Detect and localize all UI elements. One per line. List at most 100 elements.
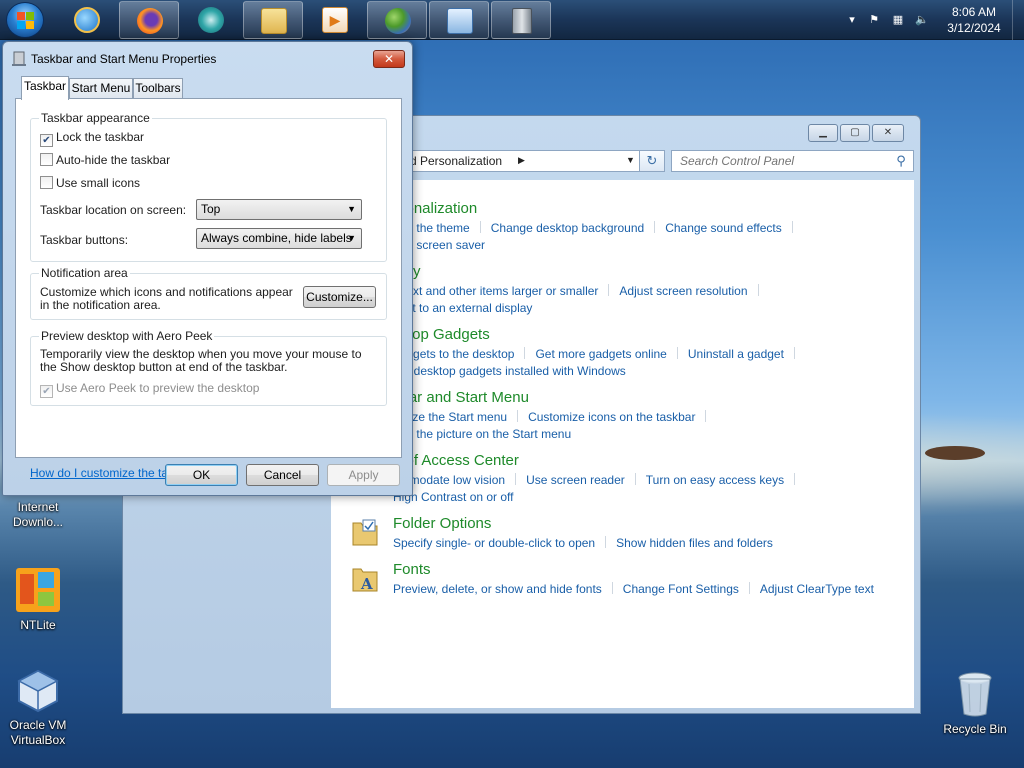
action-center-flag-icon[interactable]: ⚑ xyxy=(866,12,882,28)
aero-peek-text: Temporarily view the desktop when you mo… xyxy=(40,347,362,374)
link[interactable]: Adjust screen resolution xyxy=(619,284,747,298)
dialog-close-button[interactable]: ✕ xyxy=(373,50,405,68)
taskbar-control-panel[interactable] xyxy=(429,1,489,39)
media-player-icon: ▶ xyxy=(322,7,348,33)
customize-button[interactable]: Customize... xyxy=(303,286,376,308)
link[interactable]: nge the picture on the Start menu xyxy=(393,427,571,441)
firefox-icon xyxy=(137,8,163,34)
checkbox-label: Use Aero Peek to preview the desktop xyxy=(56,381,260,395)
refresh-button[interactable]: ↻ xyxy=(639,150,665,172)
taskbar-properties-dialog: Taskbar and Start Menu Properties ✕ Task… xyxy=(2,41,413,496)
fonts-icon: A xyxy=(352,568,378,593)
buttons-label: Taskbar buttons: xyxy=(40,233,129,247)
lock-taskbar-checkbox[interactable]: ✔ Lock the taskbar xyxy=(40,130,144,147)
close-icon: ✕ xyxy=(383,52,395,66)
notification-text: Customize which icons and notifications … xyxy=(40,285,293,312)
select-value: Top xyxy=(201,202,221,216)
ok-button[interactable]: OK xyxy=(165,464,238,486)
category-title[interactable]: Folder Options xyxy=(393,515,491,532)
autohide-taskbar-checkbox[interactable]: Auto-hide the taskbar xyxy=(40,153,170,169)
taskbar-users[interactable] xyxy=(367,1,427,39)
system-clock[interactable]: 8:06 AM 3/12/2024 xyxy=(944,4,1004,36)
search-box[interactable]: ⚲ xyxy=(671,150,914,172)
desktop-icon-virtualbox[interactable]: Oracle VM VirtualBox xyxy=(0,668,76,748)
small-icons-checkbox[interactable]: Use small icons xyxy=(40,176,140,192)
tab-taskbar[interactable]: Taskbar xyxy=(21,76,69,100)
taskbar-firefox[interactable] xyxy=(119,1,179,39)
dialog-app-icon xyxy=(12,51,26,66)
category-links: ommodate low vision Use screen reader Turn… xyxy=(393,472,805,489)
taskbar-location-select[interactable]: Top ▼ xyxy=(196,199,362,220)
link[interactable]: Preview, delete, or show and hide fonts xyxy=(393,582,602,596)
address-dropdown-icon[interactable]: ▼ xyxy=(626,155,635,165)
category-links-row2: ore desktop gadgets installed with Windo… xyxy=(393,363,626,380)
clock-time: 8:06 AM xyxy=(951,5,997,19)
checkbox-label: Use small icons xyxy=(56,176,141,190)
link[interactable]: Change desktop background xyxy=(491,221,644,235)
desktop-icon-label: Internet Downlo... xyxy=(12,500,64,529)
network-icon[interactable]: ▦ xyxy=(890,12,906,28)
link[interactable]: Use screen reader xyxy=(526,473,625,487)
tab-toolbars[interactable]: Toolbars xyxy=(133,78,183,99)
taskbar-media-player[interactable]: ▶ xyxy=(305,1,365,39)
apply-button[interactable]: Apply xyxy=(327,464,400,486)
tab-start-menu[interactable]: Start Menu xyxy=(69,78,133,99)
wallpaper-rocks xyxy=(925,446,985,460)
taskbar-app[interactable] xyxy=(181,1,241,39)
app-icon xyxy=(198,7,224,33)
maximize-button[interactable]: ▢ xyxy=(840,124,870,142)
checkbox-checked-icon: ✔ xyxy=(40,134,53,147)
start-button[interactable] xyxy=(6,2,44,38)
breadcrumb-arrow-icon: ▶ xyxy=(518,155,525,165)
group-label: Taskbar appearance xyxy=(39,111,152,125)
desktop-icon-ntlite[interactable]: NTLite xyxy=(0,566,76,633)
link[interactable]: nect to an external display xyxy=(393,301,532,315)
link[interactable]: Specify single- or double-click to open xyxy=(393,536,595,550)
desktop-icon-recycle-bin[interactable]: Recycle Bin xyxy=(937,670,1013,737)
show-desktop-button[interactable] xyxy=(1012,0,1024,40)
control-panel-content: rsonalization nge the theme Change deskto… xyxy=(331,180,914,708)
search-icon[interactable]: ⚲ xyxy=(893,153,909,169)
server-icon xyxy=(512,8,532,34)
control-panel-icon xyxy=(447,8,473,34)
location-label: Taskbar location on screen: xyxy=(40,203,187,217)
category-links: omize the Start menu Customize icons on t… xyxy=(393,409,716,426)
taskbar-tab-panel: Taskbar appearance ✔ Lock the taskbar Aut… xyxy=(15,98,402,480)
minimize-button[interactable]: ▁ xyxy=(808,124,838,142)
link[interactable]: Get more gadgets online xyxy=(535,347,666,361)
desktop-icon-internet-download[interactable]: Internet Downlo... xyxy=(0,500,76,530)
link[interactable]: Adjust ClearType text xyxy=(760,582,874,596)
category-links-row2: nect to an external display xyxy=(393,300,532,317)
category-title[interactable]: Fonts xyxy=(393,561,431,578)
group-label: Preview desktop with Aero Peek xyxy=(39,329,215,343)
group-aero-peek: Preview desktop with Aero Peek Temporari… xyxy=(30,329,387,406)
taskbar-file-explorer[interactable] xyxy=(243,1,303,39)
link[interactable]: Turn on easy access keys xyxy=(646,473,784,487)
cancel-button[interactable]: Cancel xyxy=(246,464,319,486)
taskbar-buttons-select[interactable]: Always combine, hide labels ▼ xyxy=(196,228,362,249)
folder-options-icon xyxy=(352,519,378,546)
aero-peek-checkbox[interactable]: ✔ Use Aero Peek to preview the desktop xyxy=(40,381,260,398)
volume-muted-icon[interactable]: 🔈 xyxy=(914,12,930,28)
category-links: gadgets to the desktop Get more gadgets o… xyxy=(393,346,805,363)
link[interactable]: Customize icons on the taskbar xyxy=(528,410,695,424)
link[interactable]: Show hidden files and folders xyxy=(616,536,773,550)
taskbar-internet-explorer[interactable] xyxy=(57,1,117,39)
svg-text:A: A xyxy=(360,575,373,593)
chevron-up-icon[interactable]: ▾ xyxy=(844,12,860,28)
refresh-icon: ↻ xyxy=(646,153,658,168)
taskbar-server[interactable] xyxy=(491,1,551,39)
link[interactable]: Change sound effects xyxy=(665,221,782,235)
internet-explorer-icon xyxy=(74,7,100,33)
search-input[interactable] xyxy=(672,151,882,171)
group-notification-area: Notification area Customize which icons … xyxy=(30,266,387,320)
close-window-button[interactable]: ✕ xyxy=(872,124,904,142)
link[interactable]: e text and other items larger or smaller xyxy=(393,284,598,298)
category-title[interactable]: kbar and Start Menu xyxy=(393,389,529,406)
category-links: Preview, delete, or show and hide fonts C… xyxy=(393,581,874,598)
category-links: Specify single- or double-click to open S… xyxy=(393,535,773,552)
link[interactable]: ore desktop gadgets installed with Windo… xyxy=(393,364,626,378)
link[interactable]: Change Font Settings xyxy=(623,582,739,596)
link[interactable]: Uninstall a gadget xyxy=(688,347,784,361)
checkbox-unchecked-icon xyxy=(40,153,53,166)
